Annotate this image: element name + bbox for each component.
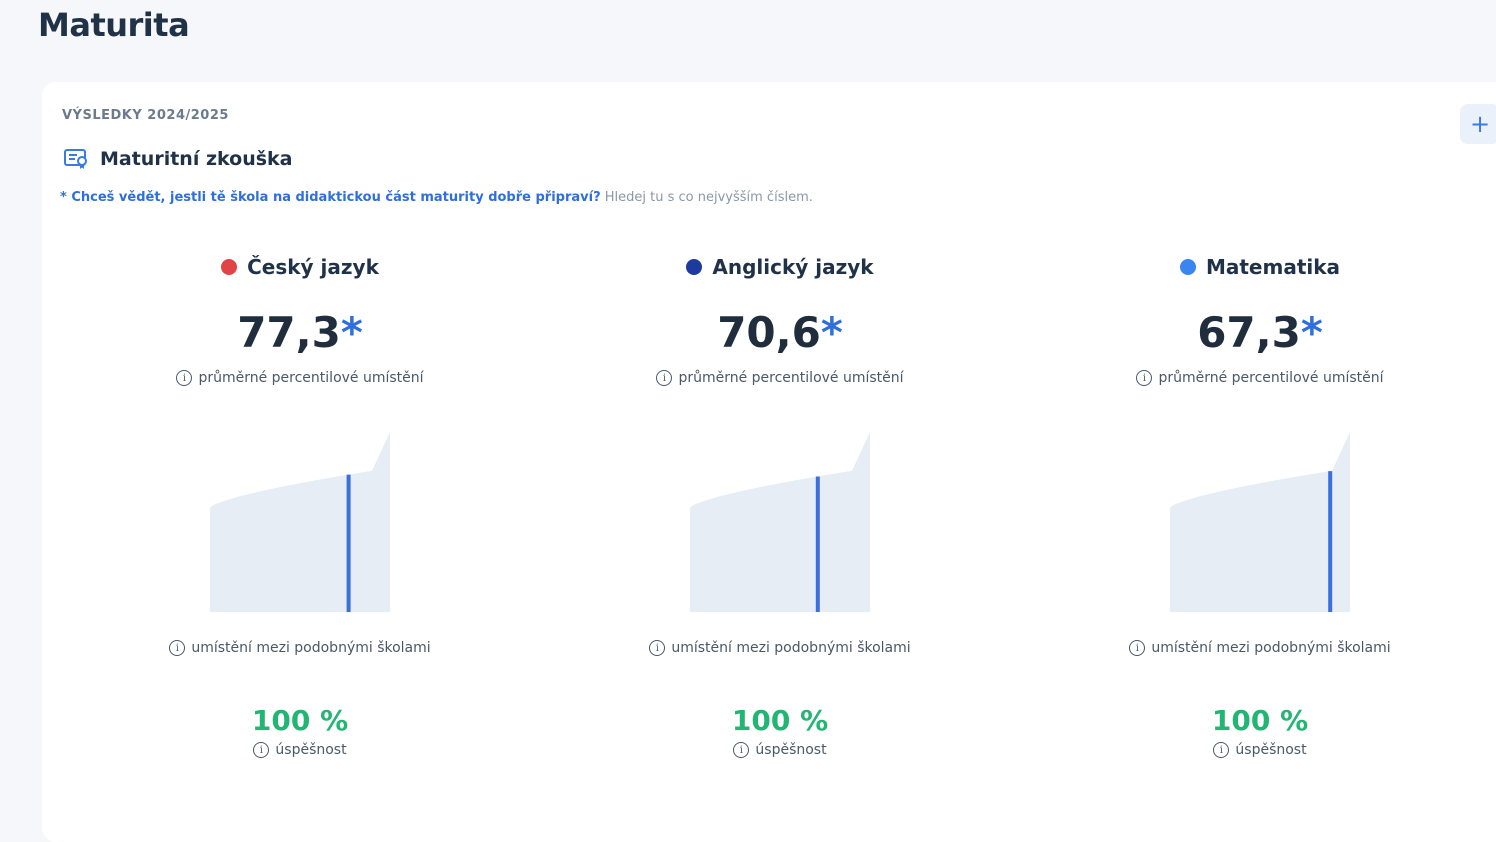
subject-header: Český jazyk <box>90 252 510 282</box>
subject-header: Anglický jazyk <box>570 252 990 282</box>
exam-icon <box>64 148 90 170</box>
ranking-distribution-svg <box>210 432 390 612</box>
info-icon[interactable]: i <box>656 370 673 386</box>
score-number: 67,3 <box>1197 308 1301 357</box>
ranking-caption: i umístění mezi podobnými školami <box>1050 640 1470 656</box>
ranking-caption: i umístění mezi podobnými školami <box>90 640 510 656</box>
score-value: 77,3* <box>90 308 510 358</box>
subject-color-dot <box>221 259 238 275</box>
info-icon[interactable]: i <box>169 640 186 656</box>
subject-name: Český jazyk <box>247 255 379 279</box>
subject-column-math: Matematika 67,3* i průměrné percentilové… <box>1050 252 1470 758</box>
ranking-chart <box>210 432 390 612</box>
score-caption-text: průměrné percentilové umístění <box>198 370 424 386</box>
score-number: 77,3 <box>237 308 341 357</box>
subject-column-english: Anglický jazyk 70,6* i průměrné percenti… <box>570 252 990 758</box>
score-caption-text: průměrné percentilové umístění <box>678 370 904 386</box>
info-icon[interactable]: i <box>176 370 193 386</box>
subject-name: Anglický jazyk <box>712 255 874 279</box>
success-value: 100 % <box>251 704 349 737</box>
info-icon[interactable]: i <box>1129 640 1146 656</box>
score-caption: i průměrné percentilové umístění <box>90 370 510 386</box>
subject-name: Matematika <box>1205 255 1341 279</box>
ranking-caption-text: umístění mezi podobnými školami <box>1151 640 1391 656</box>
distribution-area <box>210 432 390 612</box>
results-card: VÝSLEDKY 2024/2025 + Maturitní zkouška *… <box>42 82 1496 842</box>
score-star: * <box>340 308 363 357</box>
success-caption: i úspěšnost <box>570 742 990 758</box>
distribution-area <box>1170 432 1350 612</box>
success-caption: i úspěšnost <box>1050 742 1470 758</box>
ranking-caption-text: umístění mezi podobnými školami <box>671 640 911 656</box>
success-caption-text: úspěšnost <box>275 742 347 758</box>
info-icon[interactable]: i <box>733 742 750 758</box>
ranking-caption-text: umístění mezi podobnými školami <box>191 640 431 656</box>
year-label: VÝSLEDKY 2024/2025 <box>62 108 229 123</box>
success-value: 100 % <box>731 704 829 737</box>
subject-header: Matematika <box>1050 252 1470 282</box>
expand-button[interactable]: + <box>1460 104 1496 144</box>
hint-rest: Hledej tu s co nejvyšším číslem. <box>600 190 813 205</box>
ranking-caption: i umístění mezi podobnými školami <box>570 640 990 656</box>
ranking-chart <box>1170 432 1350 612</box>
page-title: Maturita <box>38 6 190 44</box>
score-star: * <box>1300 308 1323 357</box>
info-icon[interactable]: i <box>1213 742 1230 758</box>
success-caption: i úspěšnost <box>90 742 510 758</box>
subject-color-dot <box>1179 259 1196 275</box>
success-caption-text: úspěšnost <box>755 742 827 758</box>
ranking-distribution-svg <box>690 432 870 612</box>
success-value: 100 % <box>1211 704 1309 737</box>
score-value: 67,3* <box>1050 308 1470 358</box>
info-icon[interactable]: i <box>1136 370 1153 386</box>
score-caption: i průměrné percentilové umístění <box>570 370 990 386</box>
score-value: 70,6* <box>570 308 990 358</box>
section-header: Maturitní zkouška <box>64 148 293 170</box>
subject-color-dot <box>686 259 703 275</box>
score-caption: i průměrné percentilové umístění <box>1050 370 1470 386</box>
section-title: Maturitní zkouška <box>100 148 293 170</box>
success-caption-text: úspěšnost <box>1235 742 1307 758</box>
distribution-area <box>690 432 870 612</box>
info-icon[interactable]: i <box>253 742 270 758</box>
ranking-distribution-svg <box>1170 432 1350 612</box>
hint-text: * Chceš vědět, jestli tě škola na didakt… <box>60 190 813 205</box>
ranking-chart <box>690 432 870 612</box>
info-icon[interactable]: i <box>649 640 666 656</box>
score-star: * <box>820 308 843 357</box>
hint-link[interactable]: * Chceš vědět, jestli tě škola na didakt… <box>60 190 601 205</box>
score-number: 70,6 <box>717 308 821 357</box>
score-caption-text: průměrné percentilové umístění <box>1158 370 1384 386</box>
subject-column-czech: Český jazyk 77,3* i průměrné percentilov… <box>90 252 510 758</box>
